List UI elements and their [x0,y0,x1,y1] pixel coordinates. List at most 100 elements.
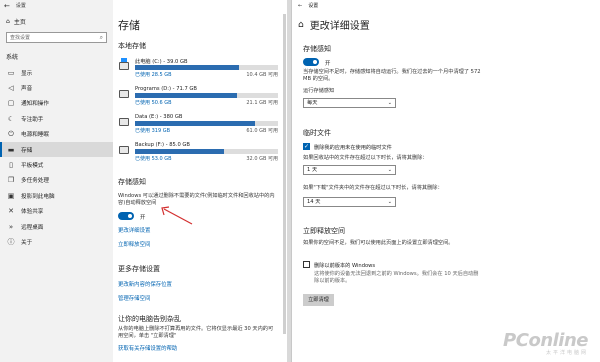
chevron-down-icon: ⌄ [387,199,392,205]
drive-d[interactable]: Programs (D:) - 71.7 GB 已使用 50.6 GB 21.1… [118,86,278,108]
help-link[interactable]: 获取有关存储设置的帮助 [118,344,177,352]
storage-sense-description: 当存储空间不足时，存储感知将自动运行。我们在过去的一个月中清理了 572 MB … [303,69,481,82]
delete-temp-checkbox[interactable]: ✓ [303,143,310,150]
sidebar-item-notifications[interactable]: ▢ 通知和操作 [0,96,113,111]
nav-home[interactable]: ⌂ 主页 [0,13,113,29]
declutter-title: 让你的电脑告别杂乱 [118,315,181,323]
drive-usage-fill [135,93,237,98]
sidebar-item-focus-assist[interactable]: ☾ 专注助手 [0,111,113,126]
drive-used: 已使用 319 GB [135,128,171,134]
drive-free: 61.0 GB 可用 [246,128,278,134]
dropdown-value: 1 天 [307,167,318,173]
back-arrow-icon[interactable]: ← [298,0,302,13]
moon-icon: ☾ [7,114,15,123]
drive-c[interactable]: 此电脑 (C:) - 39.0 GB 已使用 28.5 GB 10.4 GB 可… [118,58,278,80]
info-icon: ⓘ [7,237,15,246]
sidebar-item-storage[interactable]: ▬ 存储 [0,141,113,158]
drive-icon [119,90,129,98]
home-icon: ⌂ [6,17,10,25]
storage-sense-toggle[interactable] [118,212,134,220]
delete-old-windows-checkbox[interactable] [303,261,310,268]
free-space-now-link[interactable]: 立即释放空间 [118,240,150,248]
drive-usage-bar [135,121,278,126]
annotation-arrow [161,206,193,225]
search-input[interactable]: 查找设置 ⌕ [6,32,107,43]
run-sense-label: 运行存储感知 [303,88,335,94]
home-icon[interactable]: ⌂ [298,20,304,30]
drive-used: 已使用 50.6 GB [135,100,172,106]
chevron-down-icon: ⌄ [387,167,392,173]
sidebar-item-label: 多任务处理 [21,178,49,185]
watermark-brand: PConline [503,330,588,351]
notification-icon: ▢ [7,99,15,108]
free-space-title: 立即释放空间 [303,227,345,235]
recycle-bin-label: 如果回收站中的文件存在超过以下时长，请将其删除： [303,155,428,161]
sidebar-item-tablet-mode[interactable]: ▯ 平板模式 [0,157,113,172]
sidebar-item-label: 显示 [21,70,33,77]
drive-name: 此电脑 (C:) - 39.0 GB [135,59,188,65]
sidebar-item-remote-desktop[interactable]: » 远程桌面 [0,219,113,234]
drive-name: Programs (D:) - 71.7 GB [135,86,197,92]
sidebar-item-label: 声音 [21,86,33,93]
run-frequency-dropdown[interactable]: 每天 ⌄ [303,98,396,108]
search-icon: ⌕ [99,34,103,41]
search-placeholder: 查找设置 [10,35,31,41]
remote-icon: » [8,222,14,231]
save-location-link[interactable]: 更改新内容的保存位置 [118,280,172,288]
storage-sense-description: Windows 可以通过删除不需要的文件(例如临时文件和回收站中的内容)自动释放… [118,193,275,206]
sidebar-item-label: 平板模式 [21,163,44,170]
sidebar-item-power[interactable]: ⏻ 电源和睡眠 [0,127,113,142]
sidebar-item-label: 通知和操作 [21,101,49,108]
sidebar-item-projecting[interactable]: ▣ 投影到此电脑 [0,188,113,203]
more-settings-title: 更多存储设置 [118,265,160,273]
page-title: 更改详细设置 [309,21,370,32]
drive-free: 32.0 GB 可用 [246,156,278,162]
downloads-dropdown[interactable]: 14 天 ⌄ [303,197,396,207]
drive-usage-fill [135,121,256,126]
drive-icon [119,118,129,126]
nav-section-title: 系统 [6,54,19,61]
monitor-icon: ▭ [7,68,15,77]
storage-main-panel: 存储 本地存储 此电脑 (C:) - 39.0 GB 已使用 28.5 GB 1… [118,0,286,352]
local-storage-title: 本地存储 [118,42,146,50]
dropdown-value: 每天 [307,100,318,106]
drive-f[interactable]: Backup (F:) - 85.0 GB 已使用 53.0 GB 32.0 G… [118,142,278,164]
window-title: 设置 [308,3,319,9]
drive-usage-bar [135,93,278,98]
toggle-label: 开 [325,61,331,67]
sidebar-item-label: 存储 [21,147,33,154]
sidebar-item-label: 关于 [21,239,33,246]
sidebar-item-multitasking[interactable]: ❐ 多任务处理 [0,173,113,188]
sidebar-item-about[interactable]: ⓘ 关于 [0,234,113,249]
old-windows-description: 这将使你的设备无法回退到之前的 Windows。我们会在 10 天后自动删除以前… [314,271,479,284]
storage-icon: ▬ [7,145,15,154]
drive-used: 已使用 53.0 GB [135,156,172,162]
sidebar-item-display[interactable]: ▭ 显示 [0,65,113,80]
change-settings-link[interactable]: 更改详细设置 [118,226,150,234]
watermark: PConline 太平洋电脑网 [503,330,588,356]
title-bar: ← 设置 [0,0,113,13]
storage-sense-title: 存储感知 [118,178,146,186]
title-bar: ← 设置 [292,0,600,13]
back-arrow-icon[interactable]: ← [4,0,10,13]
delete-old-windows-label: 删除以前版本的 Windows [314,263,376,269]
clean-now-button[interactable]: 立即清理 [303,294,334,306]
downloads-label: 如果"下载"文件夹中的文件存在超过以下时长，请将其删除： [303,185,443,191]
change-settings-window: ← 设置 ⌂ 更改详细设置 存储感知 开 当存储空间不足时，存储感知将自动运行。… [291,0,600,362]
recycle-bin-dropdown[interactable]: 1 天 ⌄ [303,165,396,175]
drive-e[interactable]: Data (E:) - 380 GB 已使用 319 GB 61.0 GB 可用 [118,114,278,136]
drive-used: 已使用 28.5 GB [135,72,172,78]
tablet-icon: ▯ [9,161,13,170]
drive-usage-bar [135,149,278,154]
scrollbar[interactable] [283,14,286,334]
drive-name: Data (E:) - 380 GB [135,114,183,120]
speaker-icon: ◁ [8,84,14,93]
manage-spaces-link[interactable]: 管理存储空间 [118,294,150,302]
nav-home-label: 主页 [13,18,26,26]
sidebar-item-shared-experiences[interactable]: ✕ 体验共享 [0,204,113,219]
share-icon: ✕ [8,207,14,216]
temp-files-title: 临时文件 [303,129,331,137]
page-header: ⌂ 更改详细设置 [298,17,370,33]
sidebar-item-sound[interactable]: ◁ 声音 [0,80,113,95]
storage-sense-toggle[interactable] [303,58,319,66]
